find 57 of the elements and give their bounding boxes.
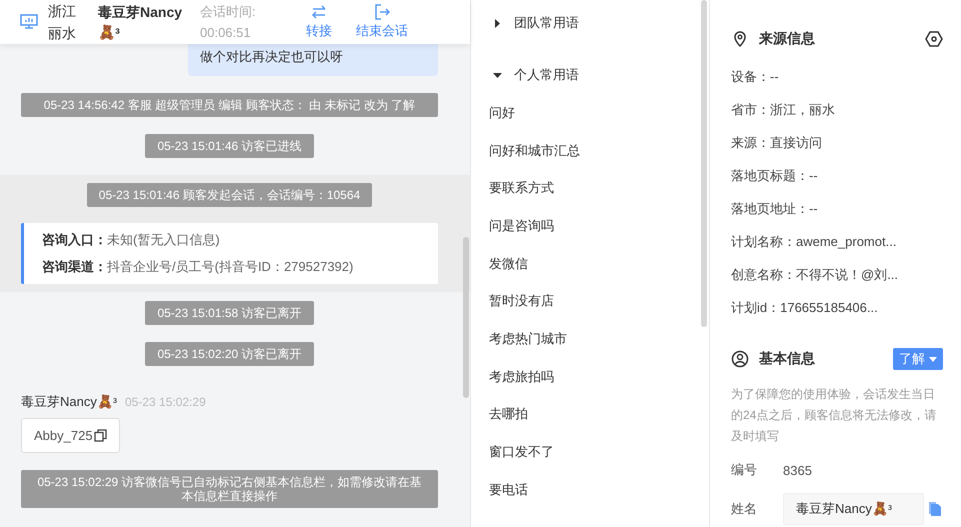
system-notice: 05-23 15:02:29 访客微信号已自动标记右侧基本信息栏，如需修改请在基本信息栏直接操作 [21, 470, 438, 508]
source-field: 落地页标题：-- [731, 159, 943, 192]
wechat-id: Abby_725 [34, 428, 93, 443]
phrase-item[interactable]: 要联系方式 [489, 169, 554, 208]
field-label: 姓名 [731, 500, 758, 518]
phrase-item[interactable]: 问好和城市汇总 [489, 132, 580, 170]
phrase-item[interactable]: 去哪拍 [489, 396, 528, 434]
phrase-item[interactable]: 考虑旅拍吗 [489, 358, 554, 396]
source-field: 计划id：176655185406... [731, 291, 943, 324]
sender-name: 毒豆芽Nancy🧸ᵌ [21, 393, 117, 411]
entry-row-text: 咨询入口：未知(暂无入口信息) [42, 231, 221, 249]
phrase-group[interactable]: 团队常用语 [489, 12, 583, 34]
section-title: 来源信息 [759, 30, 816, 48]
field-value: 8365 [783, 462, 812, 478]
source-field: 创意名称：不得不说！@刘... [731, 258, 943, 291]
copy-icon[interactable] [94, 429, 107, 442]
user-icon [731, 350, 749, 368]
phrase-item[interactable]: 要电话 [489, 470, 528, 509]
monitor-icon [20, 14, 38, 30]
source-field: 来源：直接访问 [731, 126, 943, 159]
system-notice: 05-23 15:01:58 访客已离开 [145, 301, 314, 325]
swap-icon [310, 3, 328, 21]
visitor-location: 浙江丽水 [48, 2, 77, 43]
field-label: 编号 [731, 461, 758, 479]
settings-icon[interactable] [925, 30, 943, 48]
source-field: 计划名称：aweme_promot... [731, 225, 943, 258]
message-time: 05-23 15:02:29 [125, 395, 206, 409]
phrase-item[interactable]: 暂时没有店 [489, 282, 554, 320]
source-field: 设备：-- [731, 60, 943, 93]
visitor-name: 毒豆芽Nancy🧸ᵌ [98, 3, 184, 42]
phrase-item[interactable]: 窗口发不了 [489, 433, 554, 471]
system-notice: 05-23 15:02:20 访客已离开 [145, 342, 314, 366]
exit-icon [373, 3, 391, 21]
message-bubble: 做个对比再决定也可以呀 [188, 44, 438, 76]
entry-row-text: 咨询渠道：抖音企业号/员工号(抖音号ID：279527392) [42, 258, 354, 276]
phrase-group[interactable]: 个人常用语 [489, 64, 583, 86]
end-session-button[interactable]: 结束会话 [356, 3, 408, 41]
system-notice: 05-23 15:01:46 顾客发起会话，会话编号：10564 [86, 183, 372, 207]
caret-down-icon [929, 356, 937, 362]
phrase-item[interactable]: 考虑热门城市 [489, 320, 567, 358]
source-field: 省市：浙江，丽水 [731, 93, 943, 126]
timer-label: 会话时间: [200, 3, 257, 21]
scrollbar[interactable] [701, 0, 707, 327]
name-field[interactable]: 毒豆芽Nancy🧸ᵌ [783, 493, 924, 525]
phrase-item[interactable]: 发微信 [489, 244, 528, 282]
notice-text: 为了保障您的使用体验，会话发生当日的24点之后，顾客信息将无法修改，请及时填写 [731, 386, 938, 445]
phrase-item[interactable]: 问是咨询吗 [489, 207, 554, 245]
system-notice: 05-23 14:56:42 客服 超级管理员 编辑 顾客状态： 由 未标记 改为 了解 [21, 93, 438, 117]
section-title: 基本信息 [759, 350, 816, 368]
system-notice: 05-23 15:01:46 访客已进线 [145, 134, 314, 158]
caret-right-icon [493, 18, 502, 28]
scrollbar[interactable] [463, 237, 469, 398]
transfer-button[interactable]: 转接 [306, 3, 332, 41]
source-field: 落地页地址：-- [731, 192, 943, 225]
timer-value: 00:06:51 [200, 24, 252, 42]
phrase-item[interactable]: 问好 [489, 94, 515, 132]
caret-down-icon [493, 70, 502, 80]
